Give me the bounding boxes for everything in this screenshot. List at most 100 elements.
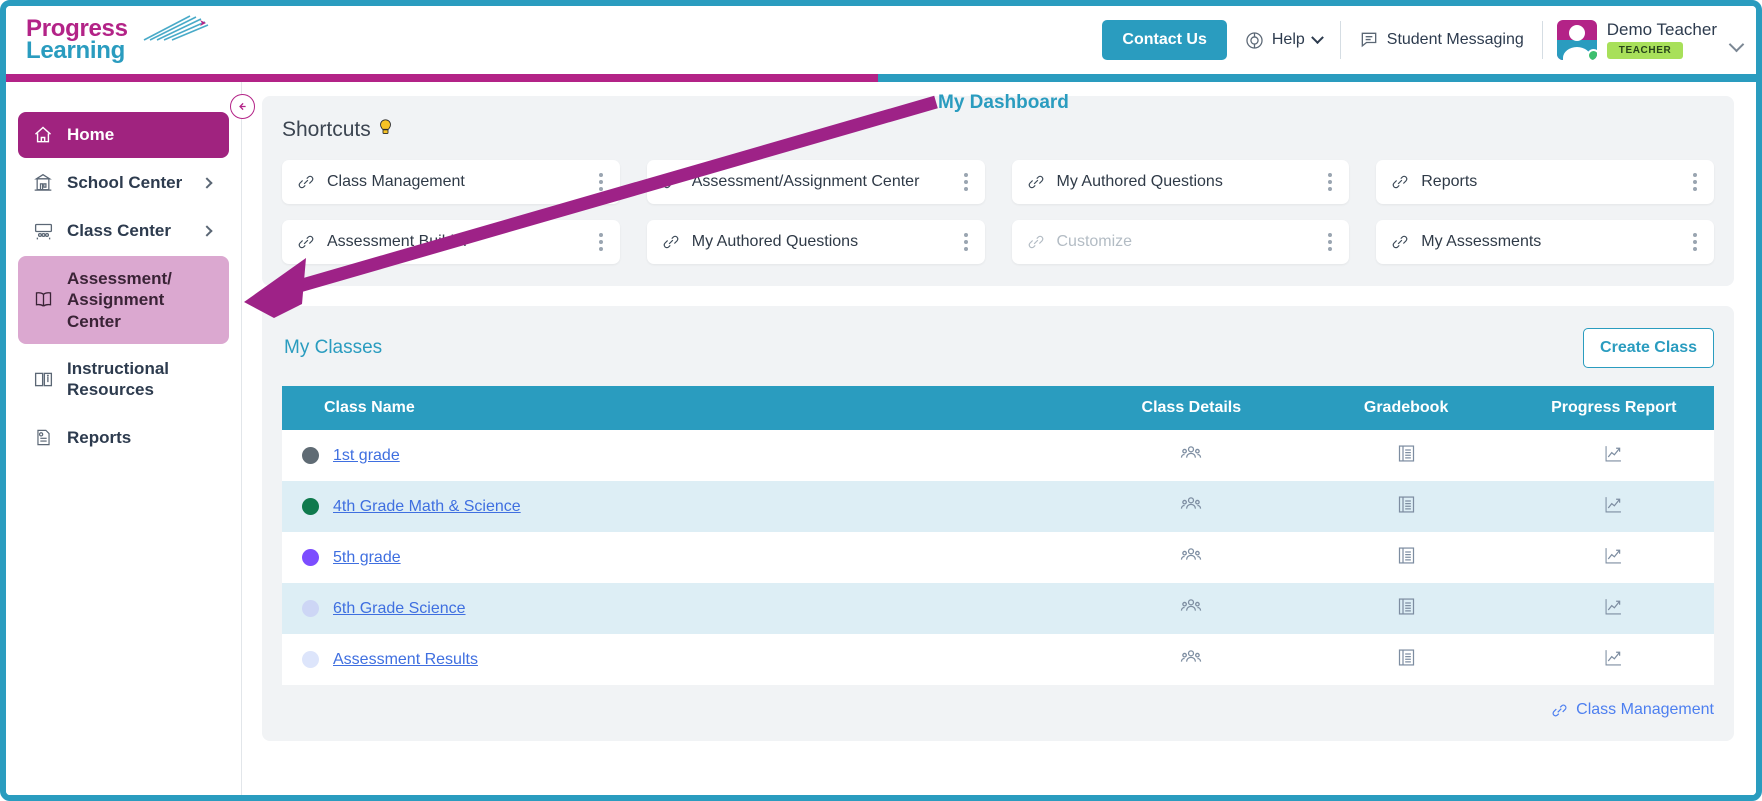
user-menu[interactable]: Demo Teacher TEACHER [1543, 20, 1750, 60]
kebab-menu-icon[interactable] [961, 169, 971, 195]
progress-report-button[interactable] [1603, 443, 1624, 464]
classes-table: Class Name Class Details Gradebook Progr… [282, 386, 1714, 685]
progress-report-cell [1514, 430, 1714, 481]
link-icon [1391, 173, 1409, 191]
create-class-button[interactable]: Create Class [1583, 328, 1714, 368]
kebab-menu-icon[interactable] [1325, 169, 1335, 195]
class-details-button[interactable] [1180, 544, 1202, 566]
chevron-down-icon [1310, 30, 1324, 44]
gradebook-button[interactable] [1396, 647, 1417, 668]
link-icon [1027, 233, 1045, 251]
class-name-link[interactable]: 1st grade [333, 447, 400, 465]
classroom-icon [32, 220, 54, 242]
gradebook-button[interactable] [1396, 596, 1417, 617]
trending-up-chart-icon [1605, 649, 1622, 665]
header-actions: Contact Us Help Student Messaging Demo T… [1102, 6, 1750, 74]
student-messaging-link[interactable]: Student Messaging [1341, 20, 1542, 60]
class-name-link[interactable]: 4th Grade Math & Science [333, 498, 521, 516]
shortcuts-panel: Shortcuts Class Management Assessment/As… [262, 96, 1734, 286]
shortcut-card-label: My Assessments [1421, 233, 1542, 250]
sidebar-collapse-button[interactable] [230, 94, 255, 119]
class-name-link[interactable]: 5th grade [333, 549, 401, 567]
shortcut-card[interactable]: Customize [1011, 220, 1350, 264]
my-classes-panel: My Classes Create Class Class Name Class… [262, 306, 1734, 741]
class-details-button[interactable] [1180, 493, 1202, 515]
shortcuts-title-text: Shortcuts [282, 118, 371, 141]
class-name-cell: 4th Grade Math & Science [282, 481, 1084, 532]
gradebook-book-icon [1398, 597, 1414, 615]
my-classes-title[interactable]: My Classes [284, 337, 382, 359]
kebab-menu-icon[interactable] [596, 169, 606, 195]
shortcut-card[interactable]: Class Management [282, 160, 620, 204]
gradebook-book-icon [1398, 546, 1414, 564]
link-icon [297, 233, 315, 251]
kebab-menu-icon[interactable] [596, 229, 606, 255]
help-label: Help [1271, 31, 1305, 48]
progress-report-button[interactable] [1603, 494, 1624, 515]
class-details-button[interactable] [1180, 595, 1202, 617]
logo-text-learning: Learning [26, 37, 125, 64]
gradebook-button[interactable] [1396, 494, 1417, 515]
gradebook-button[interactable] [1396, 545, 1417, 566]
kebab-menu-icon[interactable] [961, 229, 971, 255]
page-body: Home School Center Class Center Assessme… [6, 82, 1756, 795]
people-group-icon [1181, 497, 1202, 509]
class-name-cell: 6th Grade Science [282, 583, 1084, 634]
class-management-link-label: Class Management [1576, 701, 1714, 718]
help-menu[interactable]: Help [1227, 20, 1340, 60]
sidebar-item-assessment-assignment-center[interactable]: Assessment/ Assignment Center [18, 256, 229, 344]
app-header: Progress Learning Contact Us Help Studen… [6, 6, 1756, 74]
class-details-cell [1084, 481, 1299, 532]
column-class-details: Class Details [1083, 386, 1299, 430]
link-icon [662, 233, 680, 251]
brand-accent-bar [6, 74, 1756, 82]
kebab-menu-icon[interactable] [1325, 229, 1335, 255]
gradebook-button[interactable] [1396, 443, 1417, 464]
sidebar-item-label: Instructional Resources [67, 358, 170, 399]
book-info-icon [32, 368, 54, 390]
trending-up-chart-icon [1605, 496, 1622, 512]
shortcut-card[interactable]: Assessment Builder [282, 220, 620, 264]
shortcut-card-label: My Authored Questions [1056, 173, 1223, 190]
shortcut-card[interactable]: My Authored Questions [646, 220, 985, 264]
progress-report-button[interactable] [1603, 596, 1624, 617]
progress-report-button[interactable] [1603, 545, 1624, 566]
sidebar-item-label: Home [67, 125, 115, 145]
contact-us-button[interactable]: Contact Us [1102, 20, 1227, 60]
chevron-down-icon [1728, 36, 1745, 52]
shortcut-card[interactable]: My Assessments [1376, 220, 1714, 264]
progress-report-button[interactable] [1603, 647, 1624, 668]
progress-learning-logo[interactable]: Progress Learning [20, 15, 209, 64]
gradebook-cell [1299, 634, 1514, 685]
class-details-button[interactable] [1180, 646, 1202, 668]
gradebook-cell [1299, 481, 1514, 532]
table-row: 1st grade [282, 430, 1714, 481]
link-icon [1552, 704, 1567, 716]
shortcut-card-label: Assessment/Assignment Center [691, 173, 920, 190]
sidebar-item-label: Reports [67, 427, 132, 447]
people-group-icon [1181, 548, 1202, 560]
report-icon [32, 426, 54, 448]
sidebar-item-reports[interactable]: Reports [18, 414, 229, 460]
shortcut-card[interactable]: My Authored Questions [1011, 160, 1350, 204]
shortcut-card[interactable]: Reports [1376, 160, 1714, 204]
user-role-badge: TEACHER [1606, 42, 1684, 60]
class-management-link[interactable]: Class Management [1551, 701, 1714, 719]
kebab-menu-icon[interactable] [1690, 229, 1700, 255]
gradebook-book-icon [1398, 648, 1414, 666]
sidebar-item-class-center[interactable]: Class Center [18, 208, 229, 254]
class-details-button[interactable] [1180, 442, 1202, 464]
table-row: Assessment Results [282, 634, 1714, 685]
class-name-link[interactable]: Assessment Results [333, 651, 478, 669]
class-name-link[interactable]: 6th Grade Science [333, 600, 466, 618]
sidebar-item-instructional-resources[interactable]: Instructional Resources [18, 346, 229, 413]
shortcut-card[interactable]: Assessment/Assignment Center [646, 160, 985, 204]
class-color-dot [302, 498, 319, 515]
kebab-menu-icon[interactable] [1690, 169, 1700, 195]
gradebook-book-icon [1398, 444, 1414, 462]
sidebar-item-school-center[interactable]: School Center [18, 160, 229, 206]
column-gradebook: Gradebook [1298, 386, 1514, 430]
gradebook-cell [1299, 532, 1514, 583]
sidebar-item-home[interactable]: Home [18, 112, 229, 158]
link-icon [1391, 233, 1409, 251]
